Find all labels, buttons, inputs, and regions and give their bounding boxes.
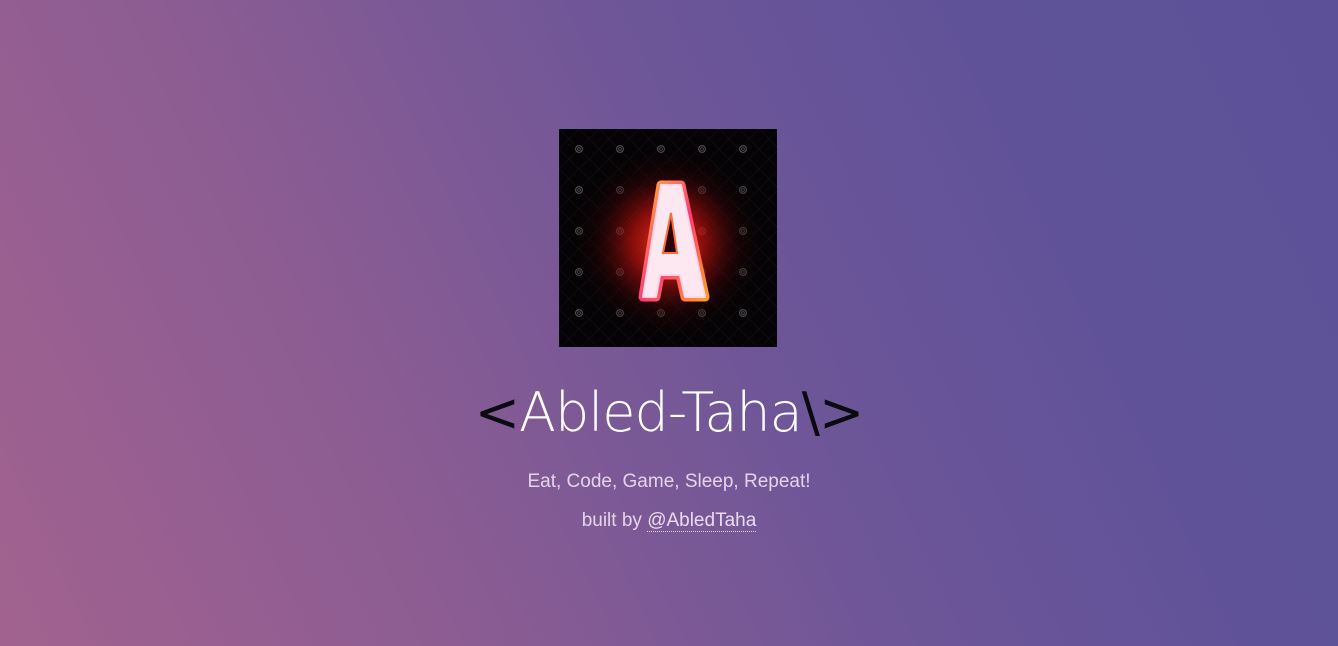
title-name: Abled-Taha xyxy=(519,381,803,444)
neon-a-logo-icon xyxy=(559,129,777,347)
title-close-bracket: \> xyxy=(801,381,864,444)
title-open-bracket: < xyxy=(474,381,520,444)
tagline: Eat, Code, Game, Sleep, Repeat! xyxy=(527,471,811,492)
logo-image xyxy=(559,129,777,347)
landing-page: <Abled-Taha\> Eat, Code, Game, Sleep, Re… xyxy=(0,0,1338,646)
credit-line: built by @AbledTaha xyxy=(0,507,1338,535)
page-title: <Abled-Taha\> xyxy=(0,378,1338,448)
credit-prefix: built by xyxy=(581,510,648,531)
author-link[interactable]: @AbledTaha xyxy=(647,510,757,532)
